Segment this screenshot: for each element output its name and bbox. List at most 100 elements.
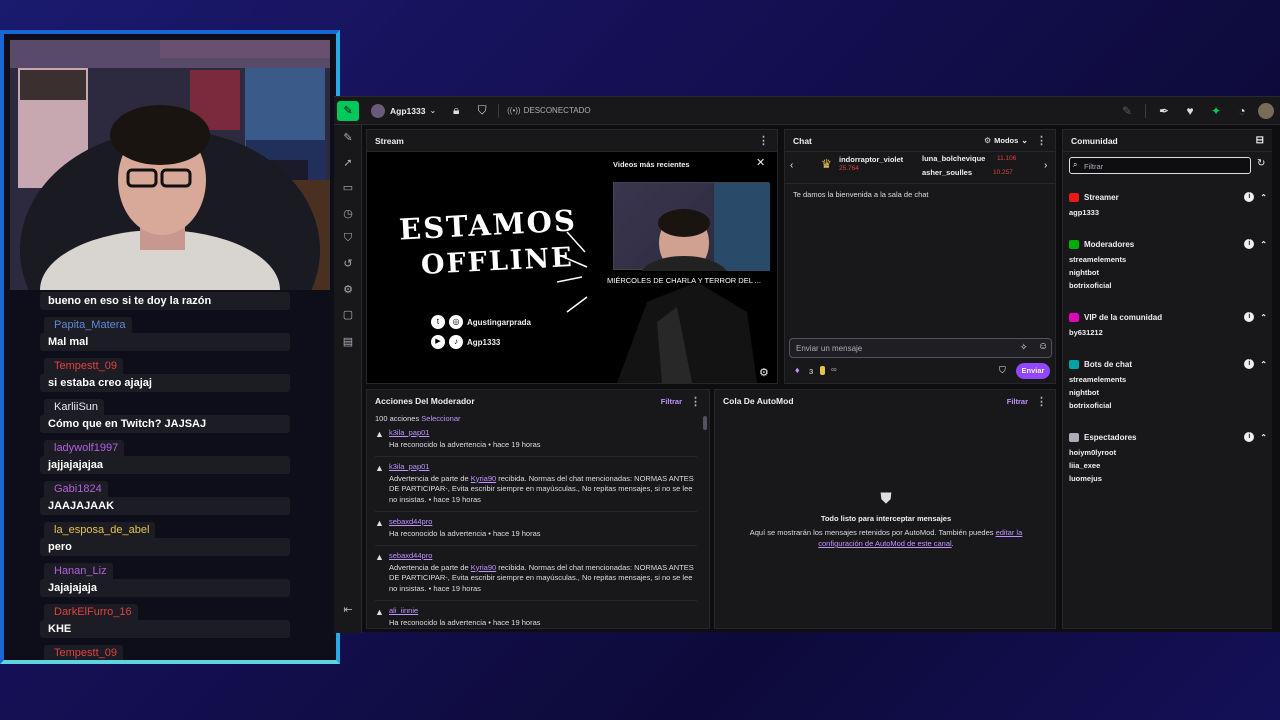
community-user[interactable]: botrixoficial	[1069, 401, 1267, 410]
overlay-chat-message: Papita_Matera Mal mal	[40, 315, 296, 351]
info-icon[interactable]: i	[1244, 312, 1255, 322]
info-icon[interactable]: i	[1244, 359, 1255, 369]
notifications-icon[interactable]: ◔	[1232, 101, 1252, 121]
emote-icon[interactable]: ☺	[1038, 341, 1048, 352]
filter-button[interactable]: Filtrar	[661, 397, 682, 406]
mod-action-pre: Advertencia de parte de	[389, 562, 471, 572]
community-section-header[interactable]: Moderadores i ⌃	[1069, 237, 1267, 251]
community-user[interactable]: hoiym0lyroot	[1069, 448, 1267, 457]
webcam-overlay: bueno en eso si te doy la razón Papita_Ma…	[0, 30, 340, 664]
mod-action-item[interactable]: ▲ k3ila_pap01 Ha reconocido la advertencia…	[367, 425, 697, 454]
mod-action-user[interactable]: sebaxd44pro	[389, 517, 697, 528]
more-options-icon[interactable]: ⋮	[690, 395, 701, 408]
community-user[interactable]: liia_exee	[1069, 461, 1267, 470]
lock-icon[interactable]: 🔒︎	[446, 101, 466, 121]
filter-button[interactable]: Filtrar	[1007, 397, 1028, 406]
community-section-header[interactable]: Espectadores i ⌃	[1069, 430, 1267, 444]
recent-video-title[interactable]: MIÉRCOLES DE CHARLA Y TERROR DEL ...	[607, 276, 773, 285]
actions-count: 100 acciones	[375, 414, 420, 423]
community-user[interactable]: nightbot	[1069, 388, 1267, 397]
community-section-header[interactable]: Bots de chat i ⌃	[1069, 357, 1267, 371]
chevron-up-icon[interactable]: ⌃	[1260, 433, 1267, 442]
user-avatar[interactable]	[1258, 102, 1274, 119]
more-options-icon[interactable]: ⋮	[1036, 395, 1047, 408]
layout-icon[interactable]: ▤	[338, 331, 358, 351]
recent-video-thumbnail[interactable]	[613, 182, 770, 300]
mod-action-user[interactable]: k3ila_pap01	[389, 428, 697, 439]
community-user[interactable]: agp1333	[1069, 208, 1267, 217]
settings-gear-icon[interactable]: ⚙	[759, 366, 769, 379]
mod-action-item[interactable]: ▲ sebaxd44pro Ha reconocido la advertencia…	[367, 514, 697, 543]
gear-icon[interactable]: ⚙	[338, 279, 358, 299]
divider	[1145, 103, 1146, 118]
chevron-left-icon[interactable]: ‹	[790, 160, 793, 171]
moderator-link[interactable]: Kyria90	[471, 474, 496, 483]
community-user[interactable]: luomejus	[1069, 474, 1267, 483]
popout-icon[interactable]: ⊟	[1256, 135, 1264, 146]
community-filter-input[interactable]: ⌕ Filtrar	[1069, 157, 1251, 174]
chevron-up-icon[interactable]: ⌃	[1260, 193, 1267, 202]
modes-button[interactable]: Modos	[994, 136, 1018, 145]
sparkle-icon[interactable]: ✦	[1206, 101, 1226, 121]
chat-input[interactable]: Enviar un mensaje ✧ ☺	[789, 338, 1052, 358]
bits-icon[interactable]: ✧	[1020, 342, 1028, 353]
chevron-up-icon[interactable]: ⌃	[1260, 240, 1267, 249]
chevron-up-icon[interactable]: ⌃	[1260, 360, 1267, 369]
select-button[interactable]: Seleccionar	[421, 414, 460, 423]
community-user[interactable]: nightbot	[1069, 268, 1267, 277]
mod-action-item[interactable]: ▲ k3ila_pap01 Advertencia de parte de Kyri…	[367, 459, 697, 509]
info-icon[interactable]: i	[1244, 239, 1255, 249]
exit-icon[interactable]: ⇤	[338, 599, 358, 619]
scrollbar-thumb[interactable]	[703, 416, 707, 430]
chat-bubble-icon[interactable]: ▢	[338, 304, 358, 324]
brand-pen-icon[interactable]: ✎	[337, 100, 359, 121]
info-icon[interactable]: i	[1244, 432, 1255, 442]
close-icon[interactable]: ✕	[756, 156, 765, 169]
mod-action-item[interactable]: ▲ sebaxd44pro Advertencia de parte de Kyri…	[367, 548, 697, 598]
pen-icon[interactable]: ✎	[338, 127, 358, 147]
community-user[interactable]: streamelements	[1069, 375, 1267, 384]
shield-icon[interactable]: ⛉	[999, 365, 1006, 376]
rocket-icon[interactable]: ➚	[338, 152, 358, 172]
community-user[interactable]: by631212	[1069, 328, 1267, 337]
shield-icon[interactable]: ⛉	[472, 101, 492, 121]
screen-icon[interactable]: ▭	[338, 177, 358, 197]
overlay-chat-message: Tempestt_09 si estaba creo ajajaj	[40, 356, 296, 392]
channel-name: Agp1333	[390, 105, 426, 116]
edit-icon[interactable]: ✎	[1117, 101, 1137, 121]
more-options-icon[interactable]: ⋮	[758, 134, 769, 147]
community-user[interactable]: botrixoficial	[1069, 281, 1267, 290]
history-icon[interactable]: ↺	[338, 253, 358, 273]
info-icon[interactable]: i	[1244, 192, 1255, 202]
stream-player[interactable]: ESTAMOS OFFLINE t ◎ Agustingarprada ▶ ♪ …	[367, 152, 777, 383]
channel-points-icon[interactable]: ♦	[795, 365, 800, 375]
leader-name-1[interactable]: indorraptor_violet	[839, 155, 903, 164]
leader-name-3[interactable]: asher_soulles	[922, 168, 972, 177]
overlay-chat-text: KHE	[40, 620, 290, 638]
community-user[interactable]: streamelements	[1069, 255, 1267, 264]
more-options-icon[interactable]: ⋮	[1036, 134, 1047, 147]
chat-welcome: Te damos la bienvenida a la sala de chat	[793, 190, 929, 199]
chevron-up-icon[interactable]: ⌃	[1260, 313, 1267, 322]
mod-action-user[interactable]: ali_iinnie	[389, 606, 697, 617]
heart-icon[interactable]: ♥	[1180, 101, 1200, 121]
mod-action-pre: Ha reconocido la advertencia	[389, 439, 487, 449]
chevron-right-icon[interactable]: ›	[1044, 160, 1047, 171]
community-section-header[interactable]: Streamer i ⌃	[1069, 190, 1267, 204]
send-button[interactable]: Enviar	[1016, 363, 1050, 379]
community-section-header[interactable]: VIP de la comunidad i ⌃	[1069, 310, 1267, 324]
refresh-icon[interactable]: ↻	[1257, 158, 1265, 169]
shield-icon[interactable]: ⛉	[338, 228, 358, 248]
mod-action-text: Ha reconocido la advertencia • hace 19 h…	[389, 440, 541, 449]
pen-icon[interactable]: ✒	[1154, 101, 1174, 121]
mod-action-user[interactable]: sebaxd44pro	[389, 551, 697, 562]
mod-action-item[interactable]: ▲ ali_iinnie Ha reconocido la advertencia …	[367, 603, 697, 628]
moderator-link[interactable]: Kyria90	[471, 563, 496, 572]
recent-videos-title: Videos más recientes	[613, 160, 690, 169]
clock-icon[interactable]: ◷	[338, 203, 358, 223]
leader-name-2[interactable]: luna_bolchevique	[922, 154, 985, 163]
channel-switcher[interactable]: Agp1333 ⌄	[371, 101, 436, 121]
mod-action-user[interactable]: k3ila_pap01	[389, 462, 697, 473]
mod-action-pre: Ha reconocido la advertencia	[389, 617, 487, 627]
role-badge-icon	[1069, 239, 1079, 249]
